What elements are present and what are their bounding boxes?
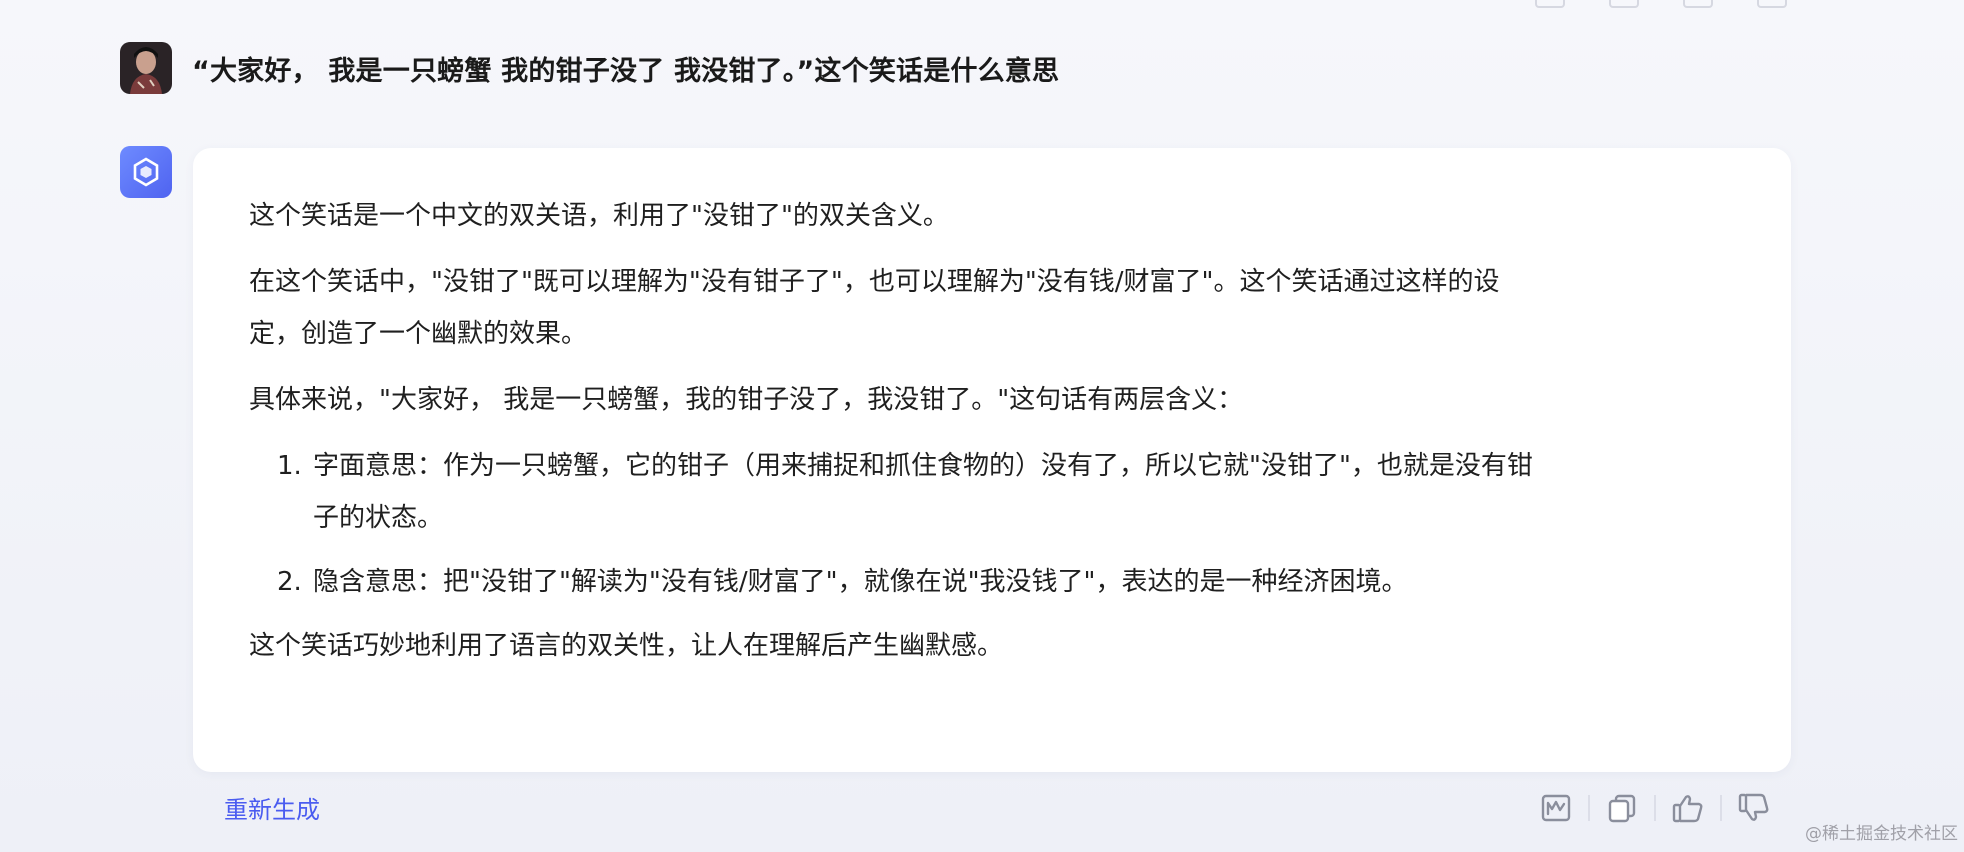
divider: [1720, 795, 1722, 821]
thumbs-up-icon[interactable]: [1668, 788, 1708, 828]
answer-explanation: 在这个笑话中，"没钳了"既可以理解为"没有钳子了"，也可以理解为"没有钱/财富了…: [249, 256, 1735, 360]
list-item: 1. 字面意思：作为一只螃蟹，它的钳子（用来捕捉和抓住食物的）没有了，所以它就"…: [249, 440, 1735, 544]
answer-explanation-line1: 在这个笑话中，"没钳了"既可以理解为"没有钳子了"，也可以理解为"没有钱/财富了…: [249, 267, 1500, 297]
answer-action-bar: [1536, 788, 1774, 828]
thumbs-up-icon[interactable]: [1683, 0, 1713, 8]
regenerate-button[interactable]: 重新生成: [224, 790, 320, 825]
list-item-number: 2.: [277, 567, 302, 597]
divider: [1654, 795, 1656, 821]
answer-explanation-line2: 定，创造了一个幽默的效果。: [249, 319, 588, 349]
summary-icon[interactable]: [1536, 788, 1576, 828]
user-message: “大家好， 我是一只螃蟹 我的钳子没了 我没钳了。”这个笑话是什么意思: [120, 42, 1059, 94]
user-avatar: [120, 42, 172, 94]
answer-intro: 这个笑话是一个中文的双关语，利用了"没钳了"的双关含义。: [249, 201, 949, 231]
assistant-avatar: [120, 146, 172, 198]
list-item-number: 1.: [277, 451, 302, 481]
summary-icon[interactable]: [1535, 0, 1565, 8]
answer-points-list: 1. 字面意思：作为一只螃蟹，它的钳子（用来捕捉和抓住食物的）没有了，所以它就"…: [249, 440, 1735, 608]
thumbs-down-icon[interactable]: [1757, 0, 1787, 8]
answer-conclusion: 这个笑话巧妙地利用了语言的双关性，让人在理解后产生幽默感。: [249, 631, 1004, 661]
divider: [1588, 795, 1590, 821]
list-item-text-line1: 字面意思：作为一只螃蟹，它的钳子（用来捕捉和抓住食物的）没有了，所以它就"没钳了…: [313, 451, 1533, 481]
answer-detail: 具体来说，"大家好， 我是一只螃蟹，我的钳子没了，我没钳了。"这句话有两层含义：: [249, 385, 1244, 415]
copy-icon[interactable]: [1609, 0, 1639, 8]
previous-message-actions: [1535, 0, 1787, 8]
assistant-logo-icon: [133, 157, 159, 187]
list-item-text-line1: 隐含意思：把"没钳了"解读为"没有钱/财富了"，就像在说"我没钱了"，表达的是一…: [313, 567, 1408, 597]
list-item: 2. 隐含意思：把"没钳了"解读为"没有钱/财富了"，就像在说"我没钱了"，表达…: [249, 556, 1735, 608]
copy-icon[interactable]: [1602, 788, 1642, 828]
watermark: @稀土掘金技术社区: [1805, 824, 1958, 844]
thumbs-down-icon[interactable]: [1734, 788, 1774, 828]
list-item-text-line2: 子的状态。: [313, 503, 444, 533]
assistant-answer-card: 这个笑话是一个中文的双关语，利用了"没钳了"的双关含义。 在这个笑话中，"没钳了…: [193, 148, 1791, 772]
user-question-text: “大家好， 我是一只螃蟹 我的钳子没了 我没钳了。”这个笑话是什么意思: [192, 55, 1060, 87]
